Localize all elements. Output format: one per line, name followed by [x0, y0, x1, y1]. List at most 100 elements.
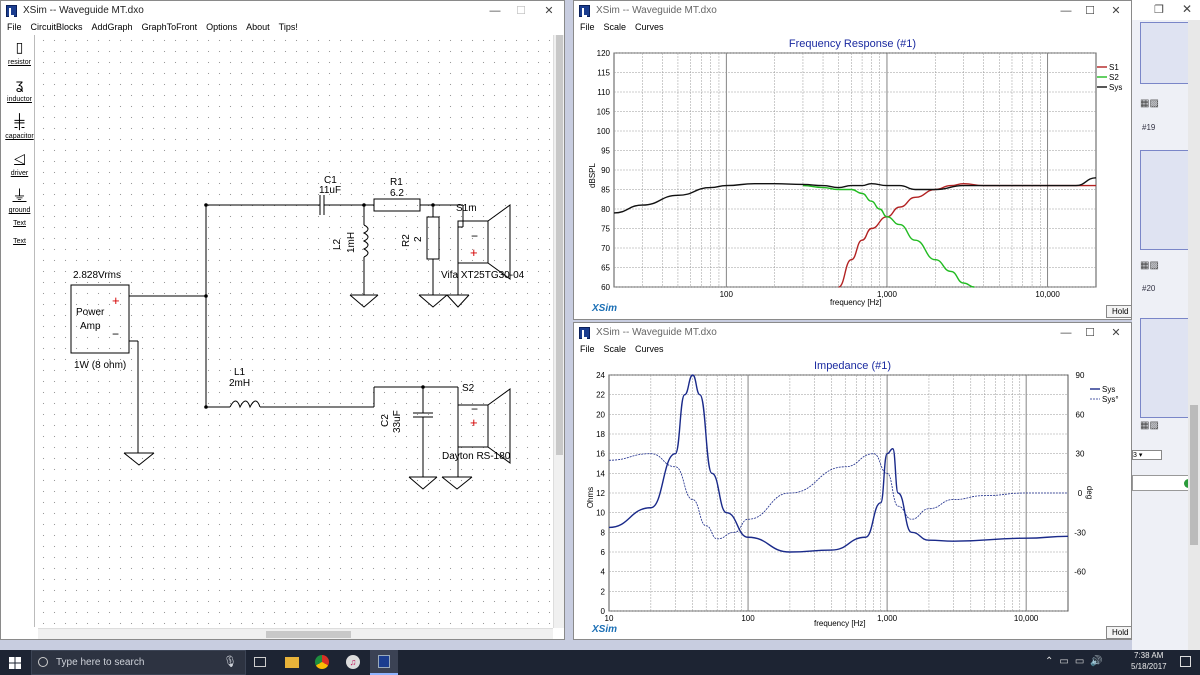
- y-tick-label: 4: [601, 568, 606, 577]
- y-tick-label: 100: [597, 127, 611, 136]
- menu-about[interactable]: About: [246, 22, 270, 32]
- s2-plus-icon: +: [470, 415, 478, 430]
- menu-file[interactable]: File: [7, 22, 22, 32]
- hold-button[interactable]: Hold: [1106, 305, 1131, 318]
- horizontal-scrollbar[interactable]: [38, 628, 553, 639]
- inductor-icon: ʓ: [15, 76, 24, 92]
- amp-rating: 1W (8 ohm): [74, 360, 126, 371]
- frequency-response-chart: 6065707580859095100105110115120100 1,000 1…: [597, 49, 1123, 299]
- amp-label-2: Amp: [80, 321, 101, 332]
- palette-text-2[interactable]: Text: [5, 238, 34, 256]
- resistor-r2[interactable]: [426, 216, 440, 260]
- resistor-r1[interactable]: [373, 198, 421, 212]
- s1-name: S1m: [456, 203, 477, 214]
- taskbar-search[interactable]: Type here to search 🎙: [31, 650, 246, 675]
- source-voltage: 2.828Vrms: [73, 270, 121, 281]
- menu-addgraph[interactable]: AddGraph: [92, 22, 133, 32]
- r1-name: R1: [390, 177, 403, 188]
- close-icon[interactable]: ✕: [1182, 2, 1192, 16]
- y-tick-label: 6: [601, 548, 606, 557]
- l2-value: 1mH: [346, 232, 357, 253]
- bg-icons: ▦▨: [1140, 420, 1159, 431]
- s1-label: Vifa XT25TG30-04: [441, 270, 525, 281]
- palette-text[interactable]: Text: [5, 220, 34, 238]
- menu-options[interactable]: Options: [206, 22, 237, 32]
- y-tick-label: 12: [596, 489, 605, 498]
- bg-card: [1140, 22, 1190, 84]
- palette-inductor[interactable]: ʓ inductor: [5, 72, 34, 109]
- notification-icon[interactable]: [1180, 656, 1191, 667]
- legend-label: Sys: [1109, 83, 1122, 92]
- bg-scrollbar[interactable]: [1188, 20, 1200, 650]
- impedance-window: XSim -- Waveguide MT.dxo — ☐ ✕ File Scale Cu…: [573, 322, 1132, 640]
- x-axis-label: frequency [Hz]: [814, 619, 866, 628]
- clock-time[interactable]: 7:38 AM: [1134, 651, 1163, 660]
- y-right-tick-label: 0: [1078, 489, 1083, 498]
- y-tick-label: 2: [601, 587, 606, 596]
- driver-icon: ◁: [14, 150, 25, 166]
- legend-label: Sys: [1102, 385, 1115, 394]
- palette-ground[interactable]: ⏚ ground: [5, 183, 34, 220]
- s2-name: S2: [462, 383, 475, 394]
- impedance-chart: 02468101214161820222410 100 1,000 10,000-60…: [596, 371, 1119, 623]
- r2-name: R2: [401, 234, 412, 247]
- legend-label: S2: [1109, 73, 1119, 82]
- palette-driver[interactable]: ◁ driver: [5, 146, 34, 183]
- xsim-taskbar-icon[interactable]: [370, 650, 398, 675]
- scroll-thumb[interactable]: [556, 35, 563, 455]
- microphone-icon[interactable]: 🎙: [223, 651, 237, 674]
- y-tick-label: 95: [601, 147, 610, 156]
- tray-icons: ⌃▭▭🔊: [1045, 656, 1109, 667]
- capacitor-icon: ╪: [14, 113, 25, 129]
- hold-button[interactable]: Hold: [1106, 626, 1131, 639]
- palette-capacitor[interactable]: ╪ capacitor: [5, 109, 34, 146]
- bg-icons: ▦▨: [1140, 98, 1159, 109]
- ground-icon: ⏚: [12, 187, 27, 203]
- y-right-tick-label: 60: [1076, 410, 1085, 419]
- menu-graphtofront[interactable]: GraphToFront: [142, 22, 198, 32]
- y-tick-label: 8: [601, 528, 606, 537]
- bg-card: [1140, 318, 1190, 418]
- legend-label: Sys°: [1102, 395, 1119, 404]
- y-right-tick-label: -60: [1074, 568, 1086, 577]
- c2-value: 33uF: [392, 410, 403, 433]
- x-tick-label: 100: [741, 614, 755, 623]
- schematic-canvas[interactable]: + + + − − − 2.828Vrms Power Amp 1W (8 oh…: [38, 35, 553, 628]
- chrome-icon[interactable]: [315, 655, 329, 669]
- menu-circuitblocks[interactable]: CircuitBlocks: [31, 22, 83, 32]
- itunes-icon[interactable]: ♫: [346, 655, 360, 669]
- palette-resistor[interactable]: ▯ resistor: [5, 35, 34, 72]
- y-tick-label: 14: [596, 469, 605, 478]
- y-tick-label: 115: [597, 69, 610, 78]
- file-explorer-icon[interactable]: [285, 657, 299, 668]
- maximize-button[interactable]: ☐: [509, 1, 533, 21]
- scroll-thumb[interactable]: [266, 631, 351, 638]
- l1-name: L1: [234, 367, 246, 378]
- component-palette: ▯ resistor ʓ inductor ╪ capacitor ◁ driver ⏚…: [5, 35, 35, 627]
- close-button[interactable]: ✕: [537, 1, 561, 21]
- bg-scroll-thumb[interactable]: [1190, 405, 1198, 545]
- titlebar: XSim -- Waveguide MT.dxo — ☐ ✕: [1, 1, 564, 21]
- bg-dropdown[interactable]: 3 ▾: [1132, 450, 1162, 460]
- y-right-tick-label: 90: [1076, 371, 1085, 380]
- power-amp[interactable]: [70, 284, 130, 354]
- y-tick-label: 70: [601, 244, 610, 253]
- amp-label-1: Power: [76, 307, 105, 318]
- menu-tips[interactable]: Tips!: [279, 22, 298, 32]
- c2-name: C2: [380, 414, 391, 427]
- s1-minus-icon: −: [471, 229, 478, 243]
- restore-icon[interactable]: ❐: [1154, 3, 1164, 16]
- taskbar: Type here to search 🎙 ♫ ⌃▭▭🔊 7:38 AM 5/1…: [0, 650, 1200, 675]
- xsim-app-icon: [6, 5, 17, 17]
- minimize-button[interactable]: —: [483, 1, 507, 21]
- windows-start-icon[interactable]: [9, 657, 21, 669]
- task-view-icon[interactable]: [254, 657, 266, 667]
- y-tick-label: 65: [601, 264, 610, 273]
- vertical-scrollbar[interactable]: [553, 35, 564, 628]
- clock-date[interactable]: 5/18/2017: [1131, 662, 1167, 671]
- x-axis-label: frequency [Hz]: [830, 298, 882, 307]
- y-tick-label: 90: [601, 166, 610, 175]
- window-title: XSim -- Waveguide MT.dxo: [23, 5, 144, 16]
- s1-plus-icon: +: [470, 245, 478, 260]
- frequency-response-window: XSim -- Waveguide MT.dxo — ☐ ✕ File Scale Cu…: [573, 0, 1132, 320]
